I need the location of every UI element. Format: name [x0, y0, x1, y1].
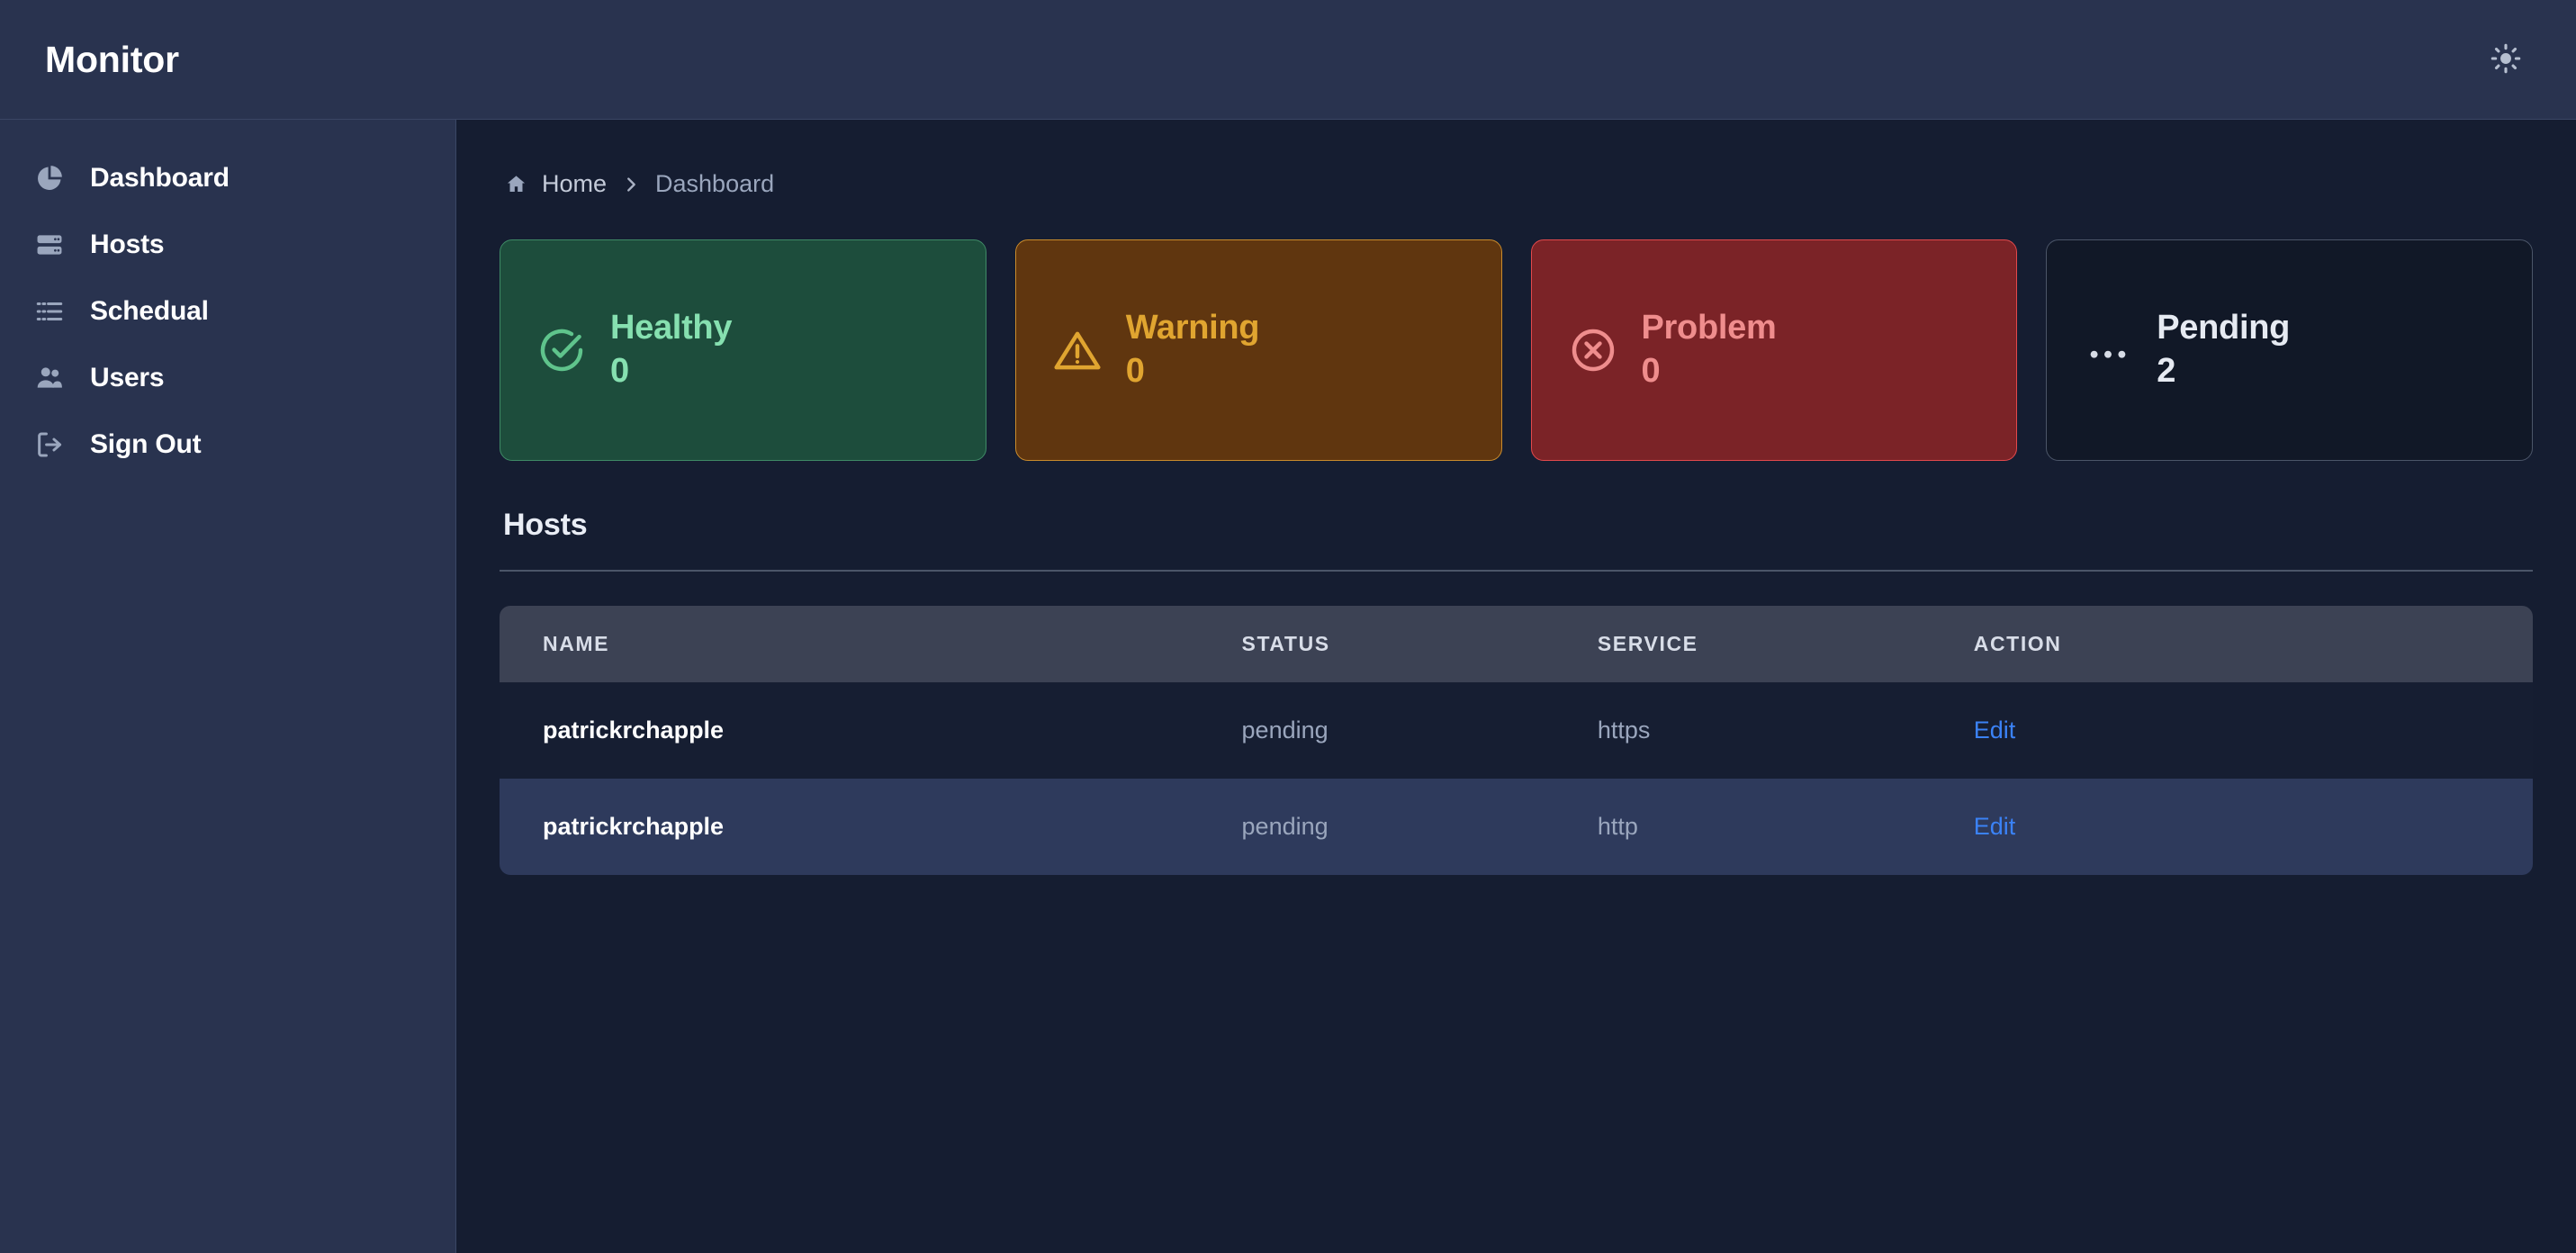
sidebar-item-dashboard[interactable]: Dashboard [0, 145, 455, 212]
top-header-bar: Monitor [0, 0, 2576, 120]
status-card-pending[interactable]: Pending 2 [2046, 239, 2533, 461]
app-root: Monitor Dashboard Hosts Schedual Users S… [0, 0, 2576, 1253]
users-icon [32, 361, 67, 395]
sidebar-item-users[interactable]: Users [0, 345, 455, 411]
cell-host-name: patrickrchapple [500, 779, 1242, 875]
sidebar-item-label: Sign Out [90, 429, 202, 459]
status-card-healthy[interactable]: Healthy 0 [500, 239, 986, 461]
hosts-table-container: NAME STATUS SERVICE ACTION patrickrchapp… [500, 606, 2533, 875]
sidebar-item-sign-out[interactable]: Sign Out [0, 411, 455, 478]
column-header-name: NAME [500, 606, 1242, 682]
app-title: Monitor [45, 38, 179, 80]
cell-host-status: pending [1241, 682, 1598, 779]
hosts-section-header: Hosts [500, 508, 2533, 572]
table-row[interactable]: patrickrchapple pending http Edit [500, 779, 2533, 875]
body-split: Dashboard Hosts Schedual Users Sign Out … [0, 120, 2576, 1253]
sidebar-item-label: Hosts [90, 230, 165, 259]
table-header: NAME STATUS SERVICE ACTION [500, 606, 2533, 682]
sidebar-item-label: Schedual [90, 296, 209, 326]
cell-host-service: https [1597, 682, 1974, 779]
sun-icon [2490, 43, 2521, 77]
chevron-right-icon [621, 175, 641, 194]
sidebar-item-hosts[interactable]: Hosts [0, 212, 455, 278]
pie-chart-icon [32, 161, 67, 195]
column-header-action: ACTION [1973, 606, 2533, 682]
edit-link[interactable]: Edit [1974, 717, 2016, 744]
edit-link[interactable]: Edit [1974, 813, 2016, 840]
breadcrumb: Home Dashboard [500, 120, 2533, 198]
cell-host-service: http [1597, 779, 1974, 875]
table-header-row: NAME STATUS SERVICE ACTION [500, 606, 2533, 682]
status-card-count: 0 [1641, 352, 1661, 390]
hosts-table: NAME STATUS SERVICE ACTION patrickrchapp… [500, 606, 2533, 875]
status-card-title: Healthy [610, 309, 733, 347]
status-card-count: 2 [2157, 352, 2176, 390]
server-icon [32, 228, 67, 262]
status-card-problem[interactable]: Problem 0 [1530, 239, 2018, 461]
status-card-title: Pending [2157, 309, 2291, 347]
alert-triangle-icon [1052, 325, 1103, 375]
status-card-title: Warning [1125, 309, 1260, 347]
check-circle-icon [536, 325, 587, 375]
theme-toggle-button[interactable] [2479, 32, 2533, 86]
sidebar-item-label: Dashboard [90, 163, 230, 193]
status-card-title: Problem [1641, 309, 1777, 347]
home-icon [505, 173, 527, 195]
column-header-service: SERVICE [1597, 606, 1974, 682]
cell-host-status: pending [1241, 779, 1598, 875]
breadcrumb-home-link[interactable]: Home [542, 170, 607, 198]
cell-host-name: patrickrchapple [500, 682, 1242, 779]
status-card-count: 0 [610, 352, 630, 390]
sidebar-item-label: Users [90, 363, 165, 392]
sidebar-nav: Dashboard Hosts Schedual Users Sign Out [0, 120, 456, 1253]
page-title: Hosts [503, 508, 588, 542]
cell-host-action: Edit [1973, 682, 2533, 779]
sign-out-icon [32, 428, 67, 462]
main-content: Home Dashboard Healthy 0 Warning 0 Probl… [456, 120, 2576, 1253]
x-circle-icon [1568, 325, 1618, 375]
sidebar-item-schedual[interactable]: Schedual [0, 278, 455, 345]
ellipsis-icon [2083, 325, 2133, 375]
status-card-warning[interactable]: Warning 0 [1014, 239, 1502, 461]
status-cards-row: Healthy 0 Warning 0 Problem 0 Pending 2 [500, 239, 2533, 461]
column-header-status: STATUS [1241, 606, 1598, 682]
cell-host-action: Edit [1973, 779, 2533, 875]
breadcrumb-current-page: Dashboard [655, 170, 775, 197]
table-body: patrickrchapple pending https Edit patri… [500, 682, 2533, 875]
table-row[interactable]: patrickrchapple pending https Edit [500, 682, 2533, 779]
status-card-count: 0 [1125, 352, 1145, 390]
list-icon [32, 294, 67, 329]
